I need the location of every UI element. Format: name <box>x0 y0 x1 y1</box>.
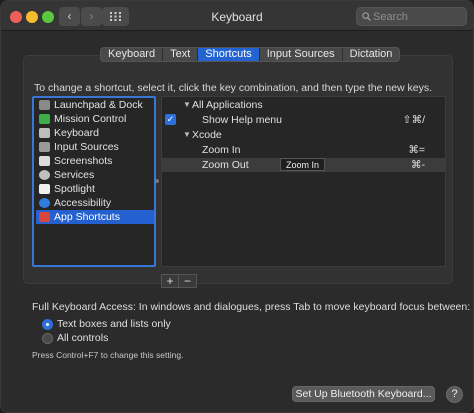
search-field[interactable] <box>356 7 467 26</box>
category-spotlight[interactable]: Spotlight <box>36 182 154 196</box>
shortcut-row-show-help[interactable]: ✓ Show Help menu ⇧⌘/ <box>162 113 445 127</box>
tab-input-sources[interactable]: Input Sources <box>260 48 343 61</box>
shortcut-key[interactable]: ⌘- <box>411 158 425 172</box>
tab-keyboard[interactable]: Keyboard <box>101 48 164 61</box>
mission-control-icon <box>39 114 50 124</box>
gear-icon <box>39 170 50 180</box>
app-shortcuts-icon <box>39 212 50 222</box>
shortcut-label: Zoom In <box>202 144 241 156</box>
tab-bar: Keyboard Text Shortcuts Input Sources Di… <box>100 47 401 62</box>
radio-text-boxes-lists[interactable] <box>42 319 53 330</box>
add-shortcut-button[interactable]: + <box>162 275 179 287</box>
category-label: Screenshots <box>54 155 113 167</box>
split-view-handle[interactable] <box>155 179 159 183</box>
group-label: Xcode <box>192 129 222 141</box>
tab-shortcuts[interactable]: Shortcuts <box>198 48 260 61</box>
search-input[interactable] <box>373 9 463 24</box>
category-label: Keyboard <box>54 127 99 139</box>
category-label: Services <box>54 169 95 181</box>
group-label: All Applications <box>192 99 263 111</box>
category-label: Spotlight <box>54 183 95 195</box>
group-all-applications[interactable]: ▼ All Applications <box>162 98 445 112</box>
shortcut-row-zoom-in[interactable]: Zoom In ⌘= <box>162 143 445 157</box>
radio-label-all-controls[interactable]: All controls <box>57 332 108 344</box>
instructions-text: To change a shortcut, select it, click t… <box>34 82 433 94</box>
category-launchpad-dock[interactable]: Launchpad & Dock <box>36 98 154 112</box>
setup-bluetooth-keyboard-button[interactable]: Set Up Bluetooth Keyboard... <box>292 386 435 402</box>
spotlight-icon <box>39 184 50 194</box>
category-mission-control[interactable]: Mission Control <box>36 112 154 126</box>
category-input-sources[interactable]: Input Sources <box>36 140 154 154</box>
tooltip: Zoom In <box>280 158 326 171</box>
help-button[interactable]: ? <box>446 386 463 403</box>
shortcut-label: Show Help menu <box>202 114 282 126</box>
tab-text[interactable]: Text <box>163 48 199 61</box>
category-label: Input Sources <box>54 141 119 153</box>
category-screenshots[interactable]: Screenshots <box>36 154 154 168</box>
tab-dictation[interactable]: Dictation <box>343 48 400 61</box>
search-icon <box>362 12 371 21</box>
category-accessibility[interactable]: Accessibility <box>36 196 154 210</box>
shortcut-key[interactable]: ⌘= <box>408 143 425 157</box>
disclosure-triangle-icon[interactable]: ▼ <box>183 128 191 142</box>
category-list[interactable]: Launchpad & Dock Mission Control Keyboar… <box>32 96 156 267</box>
category-services[interactable]: Services <box>36 168 154 182</box>
category-keyboard[interactable]: Keyboard <box>36 126 154 140</box>
category-label: App Shortcuts <box>54 211 120 223</box>
full-keyboard-access-text: Full Keyboard Access: In windows and dia… <box>32 301 471 313</box>
group-xcode[interactable]: ▼ Xcode <box>162 128 445 142</box>
shortcut-key[interactable]: ⇧⌘/ <box>403 113 425 127</box>
accessibility-icon <box>39 198 50 208</box>
shortcut-enabled-checkbox[interactable]: ✓ <box>165 114 176 125</box>
shortcut-table[interactable]: ▼ All Applications ✓ Show Help menu ⇧⌘/ … <box>161 96 446 267</box>
input-sources-icon <box>39 142 50 152</box>
radio-label-text-boxes-lists[interactable]: Text boxes and lists only <box>57 318 171 330</box>
control-f7-hint: Press Control+F7 to change this setting. <box>32 350 184 360</box>
category-label: Accessibility <box>54 197 112 209</box>
launchpad-icon <box>39 100 50 110</box>
keyboard-preferences-window: ‹ › Keyboard Keyboard Text Shortcuts Inp… <box>0 0 474 413</box>
radio-all-controls[interactable] <box>42 333 53 344</box>
disclosure-triangle-icon[interactable]: ▼ <box>183 98 191 112</box>
title-bar: ‹ › Keyboard <box>1 1 473 31</box>
shortcut-row-zoom-out[interactable]: Zoom Out Zoom In ⌘- <box>162 158 445 172</box>
shortcut-label: Zoom Out <box>202 159 249 171</box>
remove-shortcut-button[interactable]: − <box>179 275 196 287</box>
category-app-shortcuts[interactable]: App Shortcuts <box>36 210 154 224</box>
add-remove-controls: + − <box>161 274 197 288</box>
category-label: Launchpad & Dock <box>54 99 143 111</box>
keyboard-icon <box>39 128 50 138</box>
category-label: Mission Control <box>54 113 127 125</box>
screenshots-icon <box>39 156 50 166</box>
